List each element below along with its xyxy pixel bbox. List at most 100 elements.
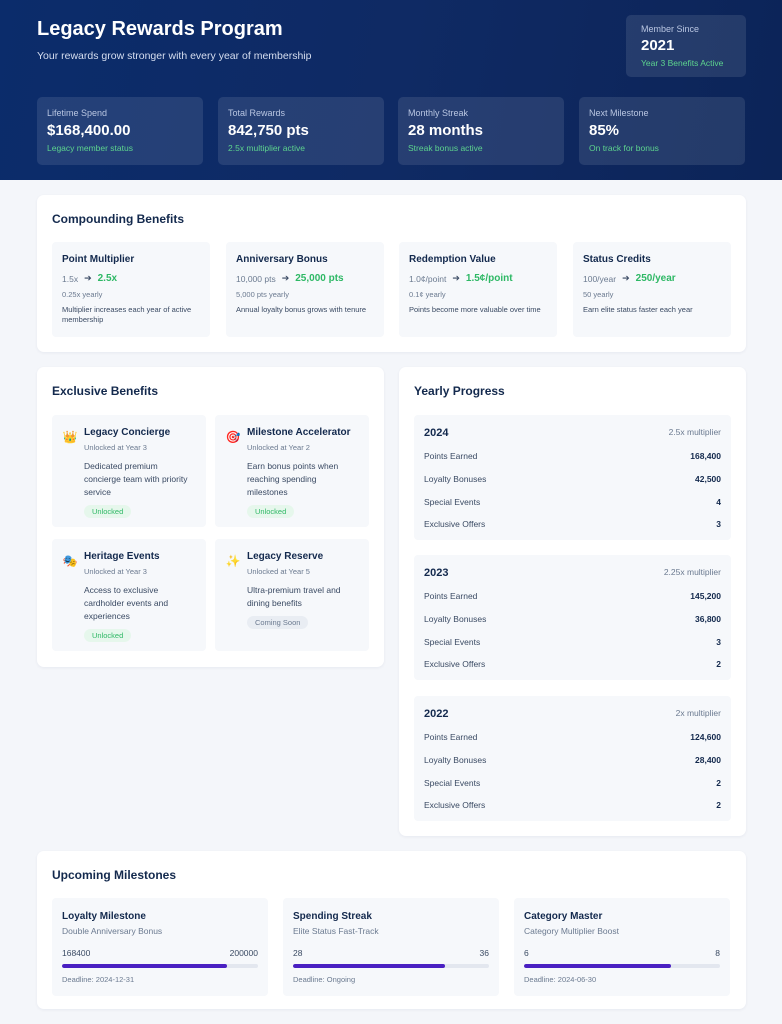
arrow-right-icon: ➔	[84, 273, 92, 283]
benefit-from: 10,000 pts	[236, 273, 276, 284]
row-value: 2	[716, 778, 721, 788]
year-label: 2022	[424, 708, 449, 720]
milestone-deadline: Deadline: 2024-06-30	[524, 975, 597, 984]
benefit-name: Status Credits	[583, 254, 651, 265]
section-title: Compounding Benefits	[52, 212, 184, 226]
page-subtitle: Your rewards grow stronger with every ye…	[37, 50, 312, 62]
year-row: Points Earned 145,200	[424, 591, 721, 603]
benefit-name: Redemption Value	[409, 254, 496, 265]
upcoming-milestones-card: Upcoming Milestones Loyalty Milestone Do…	[37, 851, 746, 1009]
hero-banner: Legacy Rewards Program Your rewards grow…	[0, 0, 782, 180]
milestone-spending-streak[interactable]: Spending Streak Elite Status Fast-Track …	[283, 898, 499, 996]
exclusive-unlock: Unlocked at Year 2	[247, 443, 310, 452]
benefit-name: Anniversary Bonus	[236, 254, 328, 265]
milestone-target: 200000	[229, 948, 258, 958]
milestone-target: 8	[715, 948, 720, 958]
stat-card-monthly-streak: Monthly Streak 28 months Streak bonus ac…	[398, 97, 564, 165]
row-label: Loyalty Bonuses	[424, 474, 487, 484]
exclusive-name: Legacy Reserve	[247, 551, 324, 562]
year-row: Points Earned 168,400	[424, 451, 721, 463]
row-label: Loyalty Bonuses	[424, 755, 487, 765]
section-title: Exclusive Benefits	[52, 384, 159, 398]
status-badge: Coming Soon	[247, 616, 309, 629]
member-since-label: Member Since	[641, 24, 700, 34]
year-multiplier: 2.5x multiplier	[668, 427, 721, 437]
row-label: Exclusive Offers	[424, 659, 486, 669]
milestone-progress-bar	[524, 964, 720, 968]
year-row: Special Events 4	[424, 497, 721, 509]
stat-label: Monthly Streak	[408, 108, 469, 118]
page-title: Legacy Rewards Program	[37, 18, 283, 40]
benefit-change: 100/year ➔ 250/year	[583, 273, 721, 284]
milestone-current: 6	[524, 948, 529, 958]
year-block-2022: 2022 2x multiplier Points Earned 124,600 …	[414, 696, 731, 821]
benefit-redemption-value: Redemption Value 1.0¢/point ➔ 1.5¢/point…	[399, 242, 557, 337]
row-value: 28,400	[695, 755, 721, 765]
benefit-rate: 0.1¢ yearly	[409, 290, 446, 299]
row-label: Exclusive Offers	[424, 519, 486, 529]
stat-label: Next Milestone	[589, 108, 649, 118]
benefit-anniversary-bonus: Anniversary Bonus 10,000 pts ➔ 25,000 pt…	[226, 242, 384, 337]
benefit-rate: 5,000 pts yearly	[236, 290, 289, 299]
exclusive-name: Legacy Concierge	[84, 427, 171, 438]
benefit-desc: Multiplier increases each year of active…	[62, 305, 192, 324]
stat-label: Total Rewards	[228, 108, 286, 118]
stat-note: Legacy member status	[47, 143, 133, 153]
benefit-point-multiplier: Point Multiplier 1.5x ➔ 2.5x 0.25x yearl…	[52, 242, 210, 337]
status-badge: Unlocked	[247, 505, 295, 518]
exclusive-legacy-concierge[interactable]: 👑 Legacy Concierge Unlocked at Year 3 De…	[52, 415, 206, 527]
row-value: 2	[716, 659, 721, 669]
year-row: Special Events 3	[424, 637, 721, 649]
row-label: Points Earned	[424, 451, 478, 461]
year-row: Exclusive Offers 3	[424, 519, 721, 531]
row-value: 145,200	[690, 591, 721, 601]
exclusive-unlock: Unlocked at Year 3	[84, 443, 147, 452]
status-badge: Unlocked	[84, 629, 132, 642]
row-value: 36,800	[695, 614, 721, 624]
benefit-from: 1.0¢/point	[409, 273, 447, 284]
year-block-2024: 2024 2.5x multiplier Points Earned 168,40…	[414, 415, 731, 540]
exclusive-unlock: Unlocked at Year 3	[84, 567, 147, 576]
benefit-to: 25,000 pts	[295, 273, 344, 284]
row-value: 3	[716, 519, 721, 529]
row-label: Special Events	[424, 778, 481, 788]
member-since-card: Member Since 2021 Year 3 Benefits Active	[626, 15, 746, 77]
benefit-desc: Annual loyalty bonus grows with tenure	[236, 305, 367, 314]
milestone-deadline: Deadline: Ongoing	[293, 975, 356, 984]
milestone-reward: Elite Status Fast-Track	[293, 926, 379, 936]
benefit-desc: Points become more valuable over time	[409, 305, 541, 314]
row-label: Exclusive Offers	[424, 800, 486, 810]
benefit-rate: 50 yearly	[583, 290, 614, 299]
crown-icon: 👑	[62, 430, 78, 444]
milestone-current: 168400	[62, 948, 91, 958]
stat-value: 842,750 pts	[228, 122, 309, 139]
year-row: Loyalty Bonuses 28,400	[424, 755, 721, 767]
milestone-reward: Category Multiplier Boost	[524, 926, 619, 936]
status-badge: Unlocked	[84, 505, 132, 518]
member-since-year: 2021	[641, 37, 675, 54]
row-label: Points Earned	[424, 732, 478, 742]
row-value: 168,400	[690, 451, 721, 461]
row-label: Loyalty Bonuses	[424, 614, 487, 624]
exclusive-unlock: Unlocked at Year 5	[247, 567, 310, 576]
exclusive-desc: Access to exclusive cardholder events an…	[84, 585, 169, 621]
year-multiplier: 2x multiplier	[675, 708, 721, 718]
year-label: 2024	[424, 427, 449, 439]
exclusive-name: Heritage Events	[84, 551, 160, 562]
milestone-name: Category Master	[524, 911, 603, 922]
milestone-name: Spending Streak	[293, 911, 372, 922]
exclusive-heritage-events[interactable]: 🎭 Heritage Events Unlocked at Year 3 Acc…	[52, 539, 206, 651]
target-icon: 🎯	[225, 430, 241, 444]
exclusive-milestone-accelerator[interactable]: 🎯 Milestone Accelerator Unlocked at Year…	[215, 415, 369, 527]
row-value: 42,500	[695, 474, 721, 484]
exclusive-legacy-reserve[interactable]: ✨ Legacy Reserve Unlocked at Year 5 Ultr…	[215, 539, 369, 651]
milestone-category-master[interactable]: Category Master Category Multiplier Boos…	[514, 898, 730, 996]
milestone-loyalty[interactable]: Loyalty Milestone Double Anniversary Bon…	[52, 898, 268, 996]
row-value: 4	[716, 497, 721, 507]
row-label: Points Earned	[424, 591, 478, 601]
row-value: 124,600	[690, 732, 721, 742]
milestone-progress-fill	[62, 964, 228, 968]
benefit-desc: Earn elite status faster each year	[583, 305, 693, 314]
year-row: Loyalty Bonuses 42,500	[424, 474, 721, 486]
row-label: Special Events	[424, 637, 481, 647]
